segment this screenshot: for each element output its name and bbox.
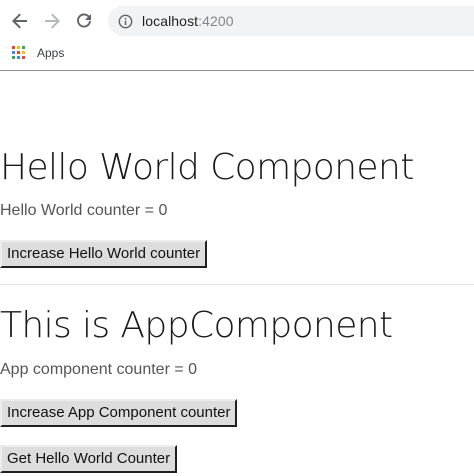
address-bar[interactable]: localhost:4200	[108, 6, 474, 36]
url-host: localhost	[142, 13, 199, 29]
browser-toolbar: localhost:4200 Apps	[0, 0, 474, 71]
bookmark-item-apps[interactable]: Apps	[12, 44, 64, 62]
url-text: localhost:4200	[142, 13, 234, 29]
url-port: :4200	[198, 13, 234, 29]
app-component-counter-text: App component counter = 0	[0, 361, 198, 378]
hello-world-counter-text: Hello World counter = 0	[0, 202, 168, 219]
back-button[interactable]	[8, 9, 32, 33]
app-component-title: This is AppComponent	[0, 305, 393, 346]
get-hello-world-counter-button[interactable]: Get Hello World Counter	[0, 445, 178, 473]
forward-button[interactable]	[40, 9, 64, 33]
info-icon[interactable]	[117, 13, 133, 29]
arrow-right-icon	[45, 13, 60, 29]
increase-app-component-counter-button[interactable]: Increase App Component counter	[0, 399, 238, 427]
reload-button[interactable]	[72, 9, 96, 33]
increase-hello-world-counter-button[interactable]: Increase Hello World counter	[0, 240, 208, 268]
reload-icon	[77, 13, 91, 28]
component-divider	[0, 284, 474, 285]
arrow-left-icon	[12, 13, 27, 29]
hello-world-title: Hello World Component	[0, 147, 414, 188]
bookmark-label: Apps	[37, 46, 65, 60]
apps-grid-icon	[12, 45, 27, 61]
